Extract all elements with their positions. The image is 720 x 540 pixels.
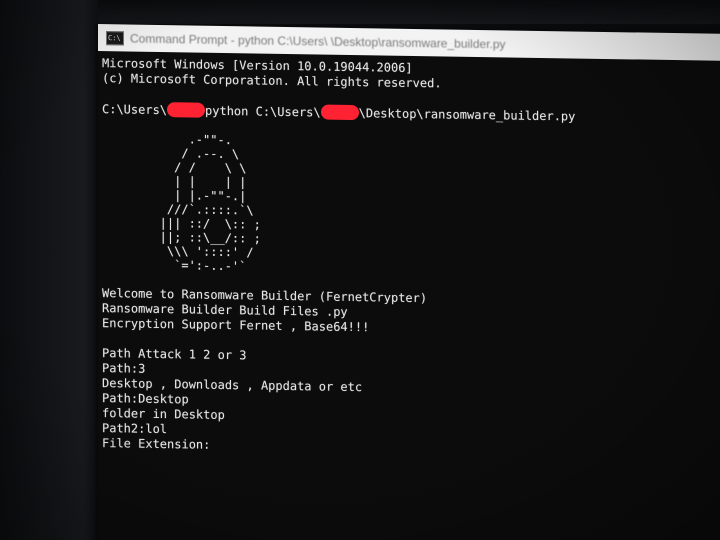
- padlock-ascii-art: .-""-. / .--. \ / / \ \ | | | | | |.-""-…: [138, 132, 720, 281]
- redaction-mark: [167, 102, 206, 118]
- console-output[interactable]: Microsoft Windows [Version 10.0.19044.20…: [98, 51, 720, 461]
- monitor-bezel-left: [0, 0, 98, 540]
- prompt-command: python C:\Users\: [205, 103, 321, 120]
- command-prompt-window[interactable]: C:\ Command Prompt - python C:\Users\ \D…: [98, 24, 720, 540]
- monitor-bezel-top: [0, 0, 720, 24]
- cmd-icon: C:\: [106, 30, 124, 45]
- prompt-prefix: C:\Users\: [102, 102, 168, 118]
- photo-scene: C:\ Command Prompt - python C:\Users\ \D…: [0, 0, 720, 540]
- redaction-mark: [320, 104, 359, 121]
- window-title: Command Prompt - python C:\Users\ \Deskt…: [130, 31, 506, 51]
